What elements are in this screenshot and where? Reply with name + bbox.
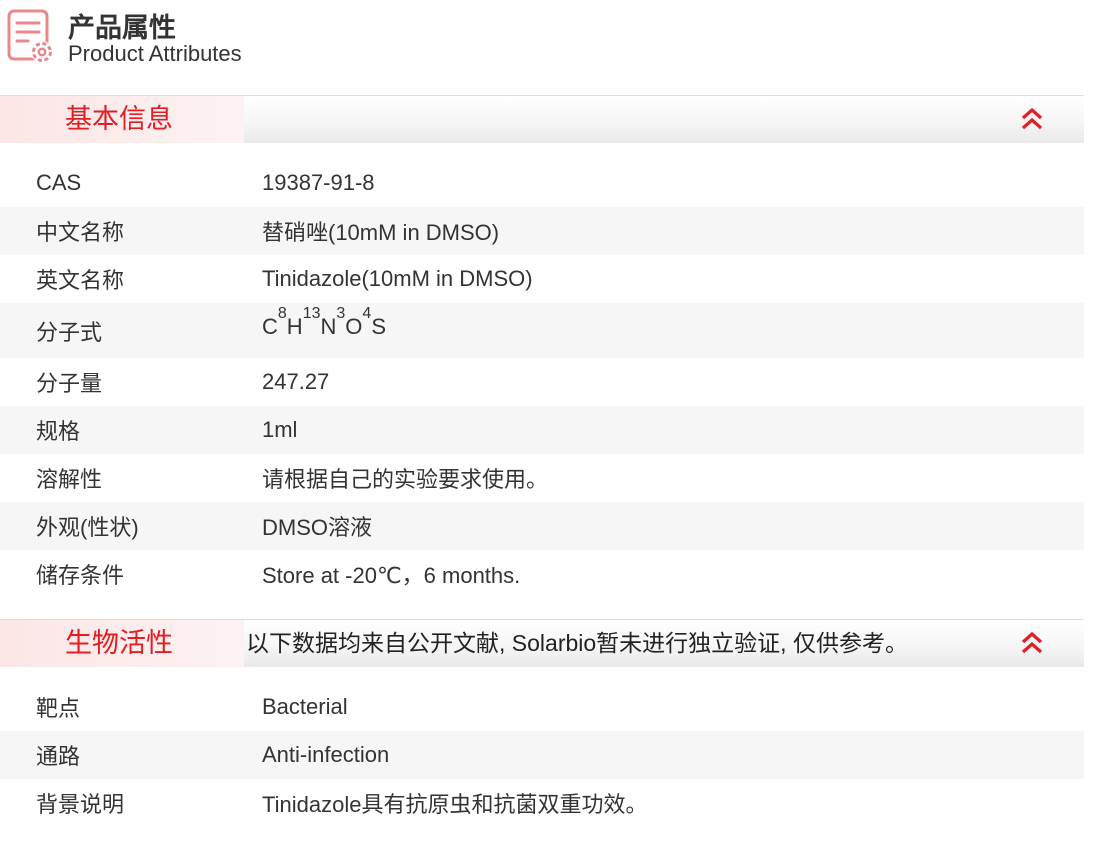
bio-activity-section-header: 生物活性 以下数据均来自公开文献, Solarbio暂未进行独立验证, 仅供参考…: [0, 619, 1084, 667]
attr-value: 247.27: [262, 369, 330, 394]
bio-activity-title: 生物活性: [65, 628, 173, 658]
molecular-formula: C 8 H 13 N 3 O 4 S: [262, 305, 386, 340]
formula-element: C: [262, 314, 278, 339]
page-title: 产品属性: [68, 13, 176, 43]
attr-row-cn-name: 中文名称 替硝唑(10mM in DMSO): [0, 207, 1084, 255]
page-subtitle: Product Attributes: [68, 41, 242, 66]
attr-label: CAS: [36, 170, 82, 195]
formula-element: S: [371, 314, 386, 339]
attr-value: Store at -20℃，6 months.: [262, 563, 521, 588]
attr-value: Anti-infection: [262, 742, 390, 767]
attr-label: 分子式: [36, 319, 103, 345]
attr-row-storage: 储存条件 Store at -20℃，6 months.: [0, 550, 1084, 598]
attr-value: DMSO溶液: [262, 515, 373, 540]
attr-row-appearance: 外观(性状) DMSO溶液: [0, 502, 1084, 550]
attr-value: 替硝唑(10mM in DMSO): [262, 220, 500, 245]
formula-element: N: [320, 314, 337, 339]
basic-info-title: 基本信息: [65, 104, 173, 134]
attr-label: 溶解性: [36, 467, 103, 492]
attr-label: 分子量: [36, 371, 103, 396]
attr-value: 19387-91-8: [262, 170, 375, 195]
attr-row-background: 背景说明 Tinidazole具有抗原虫和抗菌双重功效。: [0, 779, 1084, 827]
double-chevron-up-icon: [1021, 107, 1043, 130]
basic-info-section-header: 基本信息: [0, 95, 1084, 143]
attr-value: 请根据自己的实验要求使用。: [262, 467, 549, 492]
attr-row-target: 靶点 Bacterial: [0, 683, 1084, 731]
document-settings-icon: [6, 8, 58, 66]
attr-row-en-name: 英文名称 Tinidazole(10mM in DMSO): [0, 255, 1084, 303]
attr-label: 背景说明: [36, 792, 125, 817]
bio-activity-collapse-button[interactable]: [1016, 628, 1048, 660]
attr-label: 规格: [36, 419, 81, 444]
formula-element: O: [345, 314, 363, 339]
product-attributes-header: 产品属性 Product Attributes: [0, 0, 1101, 80]
basic-info-collapse-button[interactable]: [1016, 104, 1048, 136]
attr-label: 英文名称: [36, 268, 125, 293]
attr-value: 1ml: [262, 417, 298, 442]
attr-value: Bacterial: [262, 694, 348, 719]
formula-element: H: [286, 314, 303, 339]
double-chevron-up-icon: [1021, 631, 1043, 654]
attr-label: 通路: [36, 744, 81, 769]
attr-row-spec: 规格 1ml: [0, 406, 1084, 454]
attr-value: Tinidazole具有抗原虫和抗菌双重功效。: [262, 792, 648, 817]
attr-row-mw: 分子量 247.27: [0, 358, 1084, 406]
attr-value: Tinidazole(10mM in DMSO): [262, 266, 533, 291]
attr-label: 中文名称: [36, 220, 125, 245]
attr-row-cas: CAS 19387-91-8: [0, 159, 1084, 207]
attr-label: 靶点: [36, 696, 81, 721]
attr-label: 储存条件: [36, 563, 125, 588]
attr-row-pathway: 通路 Anti-infection: [0, 731, 1084, 779]
attr-row-solubility: 溶解性 请根据自己的实验要求使用。: [0, 454, 1084, 502]
attr-label: 外观(性状): [36, 515, 139, 540]
disclaimer-note: 以下数据均来自公开文献, Solarbio暂未进行独立验证, 仅供参考。: [246, 630, 908, 656]
attr-row-formula: 分子式 C 8 H 13 N 3 O 4 S: [0, 303, 1084, 358]
